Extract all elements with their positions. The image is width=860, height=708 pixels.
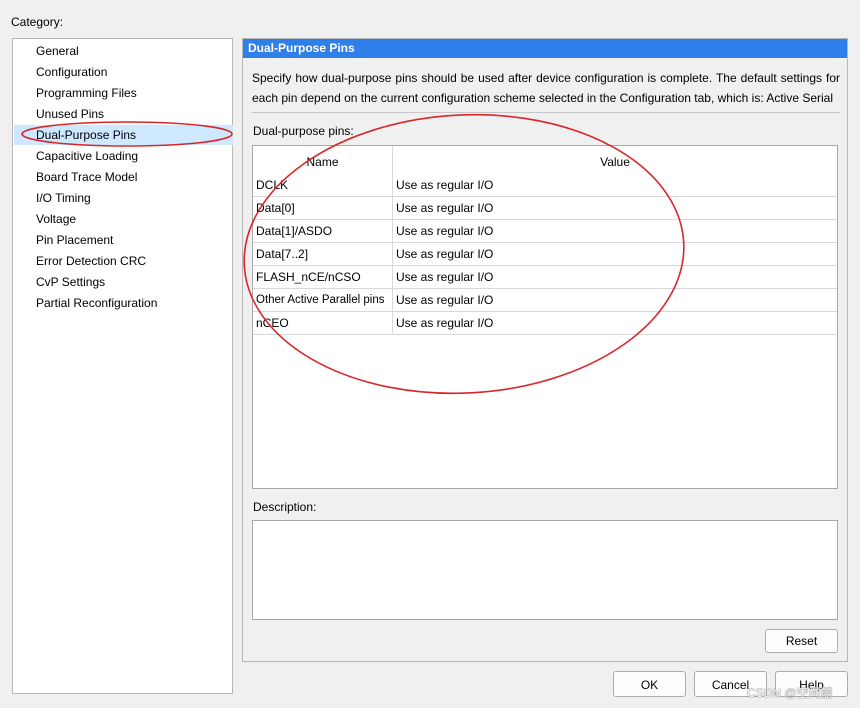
pin-value[interactable]: Use as regular I/O (396, 266, 826, 288)
table-row[interactable]: Data[1]/ASDO Use as regular I/O (253, 220, 837, 243)
category-item-configuration[interactable]: Configuration (14, 62, 233, 82)
category-item-io-timing[interactable]: I/O Timing (14, 188, 233, 208)
category-item-capacitive-loading[interactable]: Capacitive Loading (14, 146, 233, 166)
pins-table-label: Dual-purpose pins: (253, 124, 354, 138)
watermark: CSDN @空间囍 (747, 686, 833, 700)
description-box (252, 520, 838, 620)
category-item-partial-reconfiguration[interactable]: Partial Reconfiguration (14, 293, 233, 313)
category-item-cvp-settings[interactable]: CvP Settings (14, 272, 233, 292)
pin-value[interactable]: Use as regular I/O (396, 174, 826, 196)
category-item-dual-purpose-pins[interactable]: Dual-Purpose Pins (14, 125, 233, 145)
description-label: Description: (253, 500, 317, 514)
pin-name: Data[0] (256, 201, 295, 215)
table-row[interactable]: DCLK Use as regular I/O (253, 174, 837, 197)
table-row[interactable]: Data[7..2] Use as regular I/O (253, 243, 837, 266)
pin-name: Other Active Parallel pins (256, 294, 385, 306)
pin-name: Data[1]/ASDO (256, 224, 333, 238)
category-list[interactable]: General Configuration Programming Files … (12, 38, 233, 694)
pin-value[interactable]: Use as regular I/O (396, 289, 826, 311)
category-item-pin-placement[interactable]: Pin Placement (14, 230, 233, 250)
pin-value[interactable]: Use as regular I/O (396, 312, 826, 334)
category-item-unused-pins[interactable]: Unused Pins (14, 104, 233, 124)
pin-name: Data[7..2] (256, 247, 309, 261)
pin-value[interactable]: Use as regular I/O (396, 243, 826, 265)
table-row[interactable]: Data[0] Use as regular I/O (253, 197, 837, 220)
category-item-programming-files[interactable]: Programming Files (14, 83, 233, 103)
divider (252, 112, 840, 113)
pin-name: FLASH_nCE/nCSO (256, 270, 361, 284)
category-item-voltage[interactable]: Voltage (14, 209, 233, 229)
table-row[interactable]: nCEO Use as regular I/O (253, 312, 837, 335)
category-item-board-trace-model[interactable]: Board Trace Model (14, 167, 233, 187)
category-item-general[interactable]: General (14, 41, 233, 61)
pin-name: DCLK (256, 178, 289, 192)
category-item-error-detection-crc[interactable]: Error Detection CRC (14, 251, 233, 271)
reset-button[interactable]: Reset (765, 629, 838, 653)
pin-value[interactable]: Use as regular I/O (396, 220, 826, 242)
panel-description: Specify how dual-purpose pins should be … (252, 71, 840, 105)
table-row[interactable]: Other Active Parallel pins Use as regula… (253, 289, 837, 312)
category-label: Category: (11, 15, 64, 29)
pins-table[interactable]: Name Value DCLK Use as regular I/O Data[… (252, 145, 838, 489)
pin-name: nCEO (256, 316, 289, 330)
panel-title: Dual-Purpose Pins (243, 39, 847, 58)
ok-button[interactable]: OK (613, 671, 686, 697)
pin-value[interactable]: Use as regular I/O (396, 197, 826, 219)
table-row[interactable]: FLASH_nCE/nCSO Use as regular I/O (253, 266, 837, 289)
